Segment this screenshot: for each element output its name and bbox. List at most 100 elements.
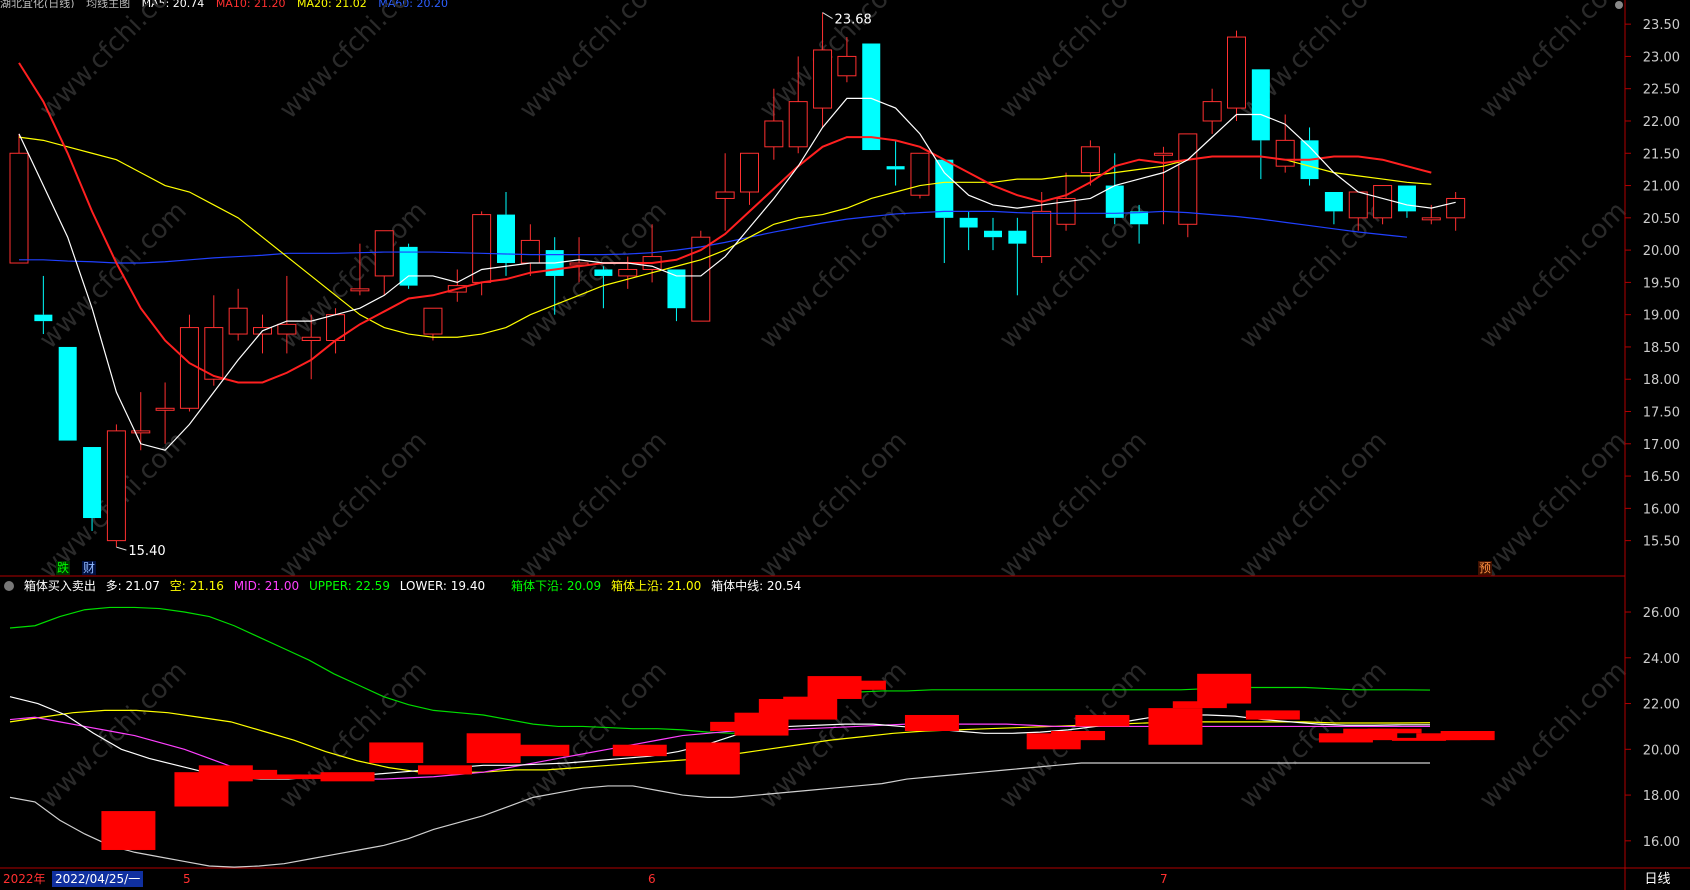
watermark-text: www.cfchi.com <box>514 0 673 125</box>
candle-body-up <box>1153 152 1173 156</box>
period-selector[interactable]: 日线 <box>1625 869 1690 890</box>
indicator-duo: 多: 21.07 <box>105 579 160 593</box>
box-signal <box>320 772 375 782</box>
price-tick-label: 19.50 <box>1643 276 1680 291</box>
price-tick-label: 17.50 <box>1643 406 1680 421</box>
indicator-tick-label: 20.00 <box>1643 743 1680 758</box>
indicator-settings-icon[interactable] <box>4 581 14 591</box>
candle-body-down <box>594 269 613 276</box>
indicator-box-low: 箱体下沿: 20.09 <box>510 579 602 593</box>
candle-body-up <box>837 55 857 77</box>
watermark-text: www.cfchi.com <box>754 0 913 125</box>
price-tick-label: 23.00 <box>1643 50 1680 65</box>
watermark-text: www.cfchi.com <box>274 0 433 125</box>
box-signal <box>247 774 302 780</box>
price-tick-label: 21.50 <box>1643 147 1680 162</box>
candle-body-down <box>34 314 53 322</box>
watermark-text: www.cfchi.com <box>1234 196 1393 355</box>
candle-body-up <box>1348 191 1368 219</box>
price-tick-label: 16.00 <box>1643 502 1680 517</box>
price-tick-label: 16.50 <box>1643 470 1680 485</box>
settings-icon[interactable] <box>1615 1 1623 9</box>
box-signal <box>369 742 424 764</box>
indicator-tick-label: 22.00 <box>1643 698 1680 713</box>
candle-body-up <box>740 152 759 193</box>
box-signal <box>515 744 570 757</box>
price-tick-label: 17.00 <box>1643 438 1680 453</box>
watermark-text: www.cfchi.com <box>514 656 673 815</box>
candle-body-down <box>1008 230 1027 244</box>
price-tick-label: 20.50 <box>1643 212 1680 227</box>
box-signal <box>101 811 156 850</box>
chart-canvas[interactable]: www.cfchi.com www.cfchi.com www.cfchi.com w… <box>0 0 1690 890</box>
candle-body-down <box>935 159 954 218</box>
candle-body-down <box>1397 185 1416 212</box>
indicator-axis: 26.00 24.00 22.00 20.00 18.00 16.00 <box>1625 606 1680 850</box>
candle-body-up <box>155 407 175 411</box>
price-tick-label: 20.00 <box>1643 244 1680 259</box>
candle-body-down <box>886 166 905 170</box>
indicator-lines <box>9 606 1431 868</box>
low-pointer <box>116 546 127 551</box>
indicator-name[interactable]: 箱体买入卖出 <box>24 579 96 593</box>
indicator-lower: LOWER: 19.40 <box>399 579 486 593</box>
box-signal <box>831 680 886 690</box>
indicator-tick-label: 26.00 <box>1643 606 1680 621</box>
ma5-line <box>18 97 1456 451</box>
candle-body-up <box>618 268 638 277</box>
indicator-box-high: 箱体上沿: 21.00 <box>611 579 702 593</box>
price-tick-label: 18.00 <box>1643 373 1680 388</box>
price-tick-label: 23.50 <box>1643 18 1680 33</box>
price-tick-label: 21.00 <box>1643 180 1680 195</box>
watermark-text: www.cfchi.com <box>34 0 193 125</box>
upper-band-line <box>9 606 1431 734</box>
price-tick-label: 22.00 <box>1643 115 1680 130</box>
candle-body-down <box>1324 192 1343 212</box>
time-axis: 2022年 2022/04/25/一 5 6 7 <box>0 869 1625 890</box>
watermark-text: www.cfchi.com <box>994 0 1153 125</box>
indicator-kong: 空: 21.16 <box>169 579 224 593</box>
candle-body-up <box>1178 133 1198 225</box>
candle-body-up <box>1227 36 1246 109</box>
candle-body-up <box>301 336 321 341</box>
watermark-text: www.cfchi.com <box>514 196 673 355</box>
event-marker-yu[interactable]: 预 <box>1478 561 1493 575</box>
box-signal <box>1367 728 1422 734</box>
chart-window: 湖北宜化(日线) 均线主图 MA5: 20.74 MA10: 21.20 MA2… <box>0 0 1690 890</box>
price-axis: 23.50 23.00 22.50 22.00 21.50 21.00 20.50 20.00… <box>1625 18 1680 550</box>
candle-body-up <box>715 191 735 199</box>
indicator-tick-label: 24.00 <box>1643 652 1680 667</box>
indicator-header: 箱体买入卖出 多: 21.07 空: 21.16 MID: 21.00 UPPE… <box>0 577 1625 595</box>
candle-body-up <box>1080 146 1100 174</box>
high-low-labels: 23.68 15.40 <box>116 12 872 559</box>
candle-body-up <box>350 288 370 292</box>
candle-body-up <box>9 152 29 264</box>
box-signal <box>1075 714 1130 727</box>
high-price-label: 23.68 <box>835 13 872 28</box>
candle-body-down <box>959 217 978 228</box>
event-marker-die[interactable]: 跌 <box>56 561 71 575</box>
candle-body-up <box>179 327 199 409</box>
watermark-text: www.cfchi.com <box>1234 426 1393 585</box>
indicator-tick-label: 18.00 <box>1643 789 1680 804</box>
month-label-jul: 7 <box>1160 872 1168 886</box>
candle-body-up <box>764 120 784 148</box>
candle-body-up <box>277 323 297 335</box>
watermark-text: www.cfchi.com <box>1474 426 1633 585</box>
candle-body-down <box>984 230 1002 238</box>
box-signal <box>1245 710 1300 720</box>
candle-body-up <box>1446 197 1466 219</box>
event-marker-cai[interactable]: 财 <box>82 561 97 575</box>
candle-body-up <box>1202 101 1222 122</box>
candle-body-up <box>228 307 248 335</box>
month-label-may: 5 <box>183 872 191 886</box>
candle-body-up <box>788 101 808 148</box>
box-signal <box>904 714 959 731</box>
candle-body-down <box>83 447 102 519</box>
watermark-text: www.cfchi.com <box>274 426 433 585</box>
year-label: 2022年 <box>3 872 46 886</box>
candle-body-down <box>862 43 881 151</box>
box-signal <box>685 742 740 775</box>
candle-body-up <box>910 152 930 196</box>
watermark-text: www.cfchi.com <box>514 426 673 585</box>
